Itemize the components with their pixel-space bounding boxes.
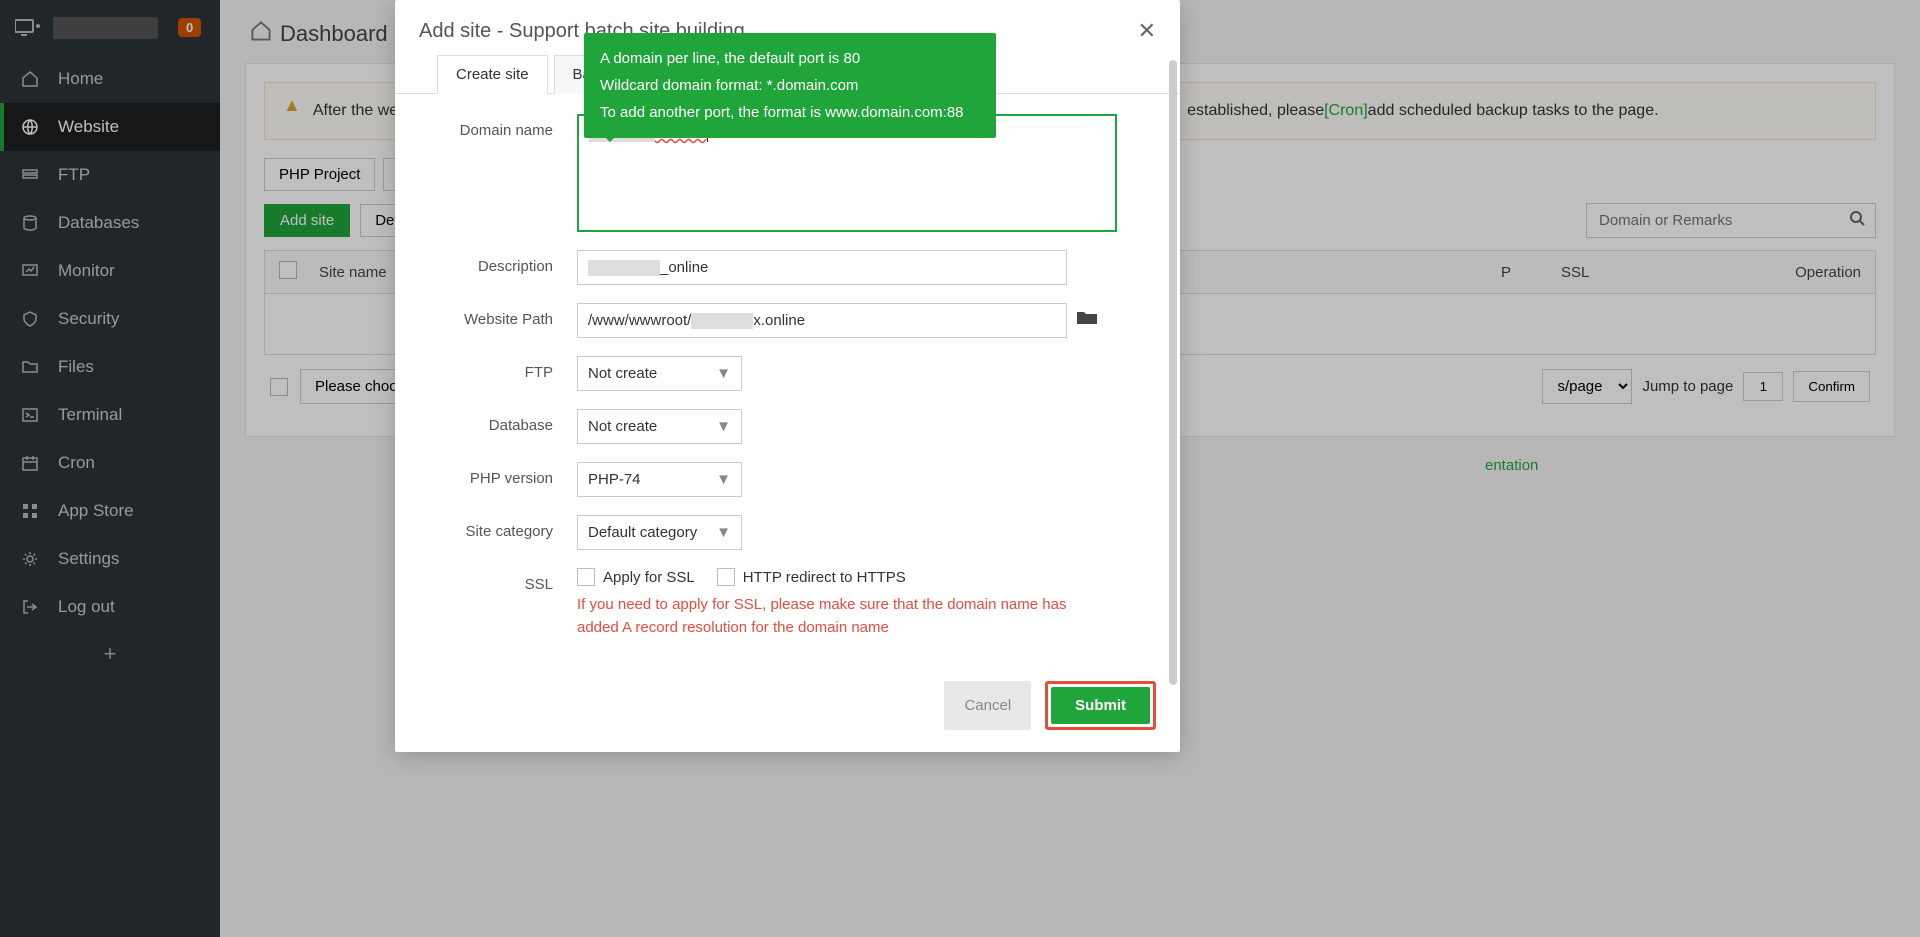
tooltip-line: A domain per line, the default port is 8… <box>600 45 980 72</box>
submit-highlight-box: Submit <box>1045 681 1156 730</box>
label-ssl: SSL <box>437 568 577 593</box>
ssl-note: If you need to apply for SSL, please mak… <box>577 594 1097 639</box>
submit-button[interactable]: Submit <box>1051 687 1150 724</box>
description-input[interactable]: _online <box>577 250 1067 285</box>
php-value: PHP-74 <box>588 471 641 488</box>
tooltip-line: Wildcard domain format: *.domain.com <box>600 72 980 99</box>
checkbox-icon <box>717 568 735 586</box>
database-value: Not create <box>588 418 657 435</box>
redacted-path-mid <box>691 313 753 329</box>
modal-scrollbar[interactable] <box>1169 60 1177 685</box>
tooltip-line: To add another port, the format is www.d… <box>600 99 980 126</box>
category-select[interactable]: Default category ▼ <box>577 515 742 550</box>
chevron-down-icon: ▼ <box>716 524 731 541</box>
label-database: Database <box>437 409 577 434</box>
domain-tooltip: A domain per line, the default port is 8… <box>584 33 996 138</box>
path-suffix: x.online <box>753 312 805 329</box>
label-path: Website Path <box>437 303 577 328</box>
chevron-down-icon: ▼ <box>716 418 731 435</box>
redirect-label: HTTP redirect to HTTPS <box>743 569 906 586</box>
redacted-description-prefix <box>588 260 660 276</box>
label-domain: Domain name <box>437 114 577 139</box>
chevron-down-icon: ▼ <box>716 365 731 382</box>
description-suffix: _online <box>660 259 708 276</box>
tab-create-site[interactable]: Create site <box>437 55 548 94</box>
apply-ssl-label: Apply for SSL <box>603 569 695 586</box>
apply-ssl-checkbox[interactable]: Apply for SSL <box>577 568 695 586</box>
label-ftp: FTP <box>437 356 577 381</box>
php-version-select[interactable]: PHP-74 ▼ <box>577 462 742 497</box>
website-path-input[interactable]: /www/wwwroot/x.online <box>577 303 1067 338</box>
ftp-select[interactable]: Not create ▼ <box>577 356 742 391</box>
label-php: PHP version <box>437 462 577 487</box>
modal-body: Domain name x.online Description _online… <box>395 94 1180 667</box>
cancel-button[interactable]: Cancel <box>944 681 1031 730</box>
folder-browse-icon[interactable] <box>1077 310 1097 331</box>
chevron-down-icon: ▼ <box>716 471 731 488</box>
close-icon[interactable]: ✕ <box>1138 18 1156 44</box>
modal-footer: Cancel Submit <box>395 667 1180 752</box>
category-value: Default category <box>588 524 697 541</box>
http-redirect-checkbox[interactable]: HTTP redirect to HTTPS <box>717 568 906 586</box>
path-prefix: /www/wwwroot/ <box>588 312 691 329</box>
checkbox-icon <box>577 568 595 586</box>
database-select[interactable]: Not create ▼ <box>577 409 742 444</box>
label-category: Site category <box>437 515 577 540</box>
ftp-value: Not create <box>588 365 657 382</box>
label-description: Description <box>437 250 577 275</box>
